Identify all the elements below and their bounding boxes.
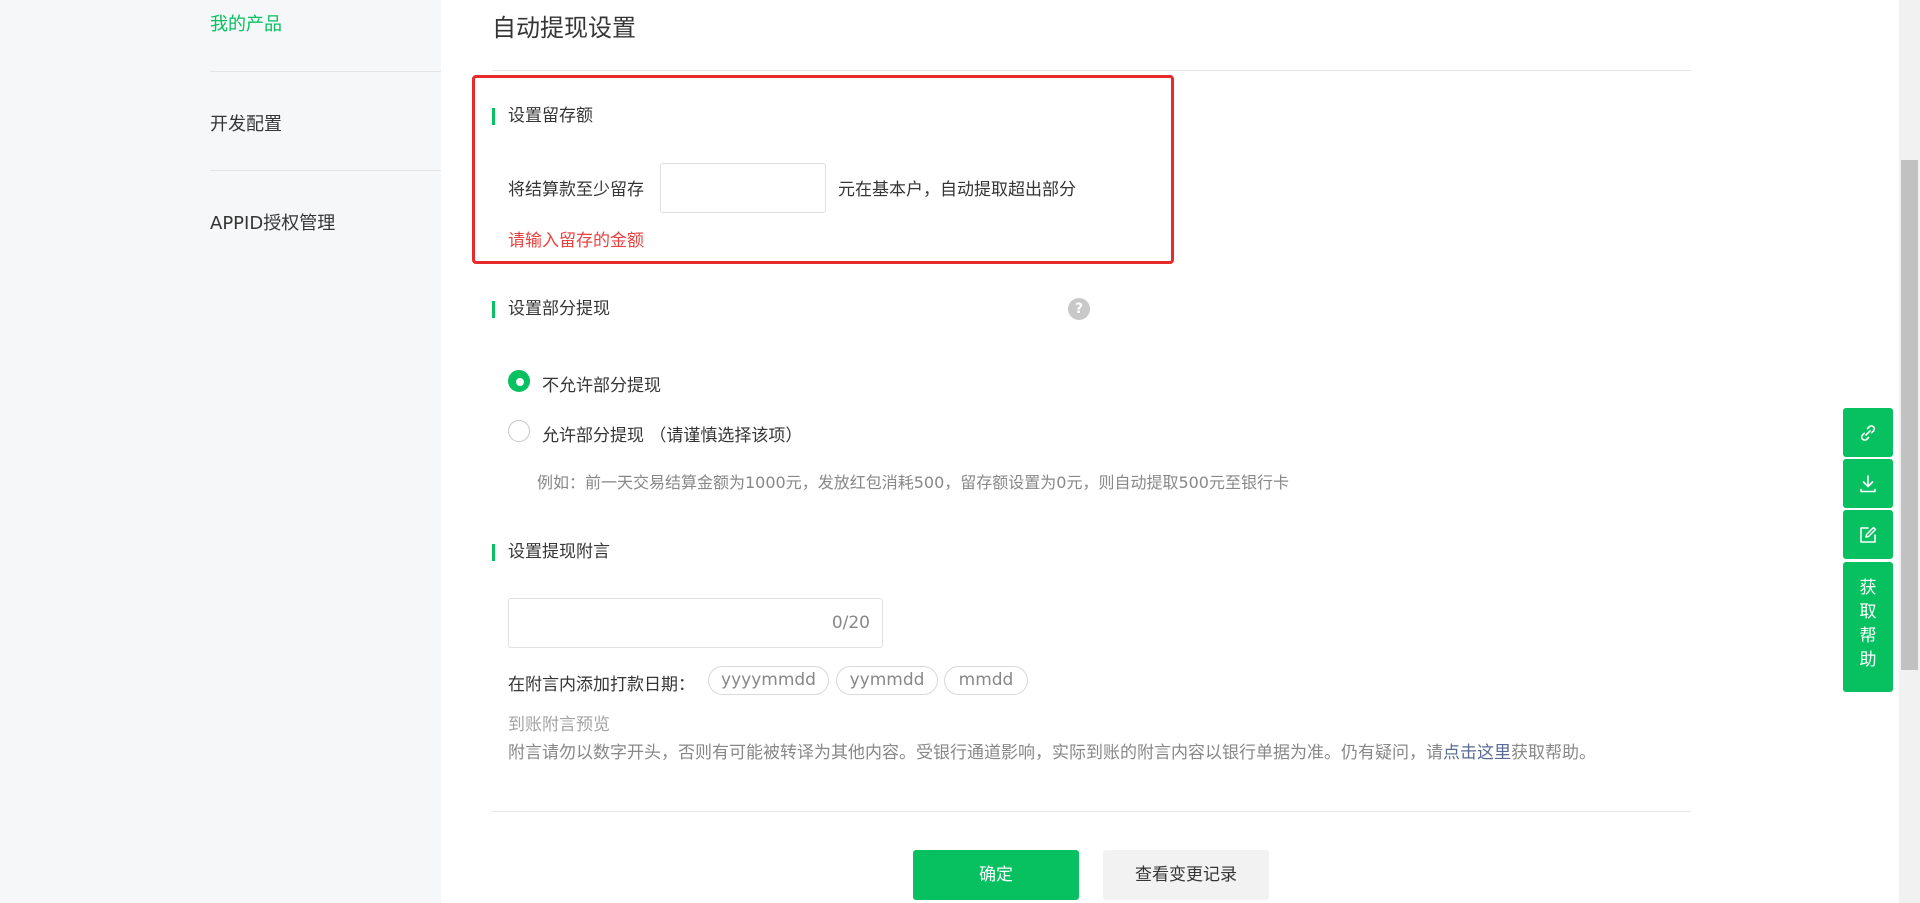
float-download-button[interactable] — [1843, 459, 1893, 508]
radio-label-allow[interactable]: 允许部分提现 （请谨慎选择该项） — [542, 421, 802, 446]
question-mark-icon[interactable]: ? — [1068, 298, 1090, 320]
section-title-reserve: 设置留存额 — [492, 106, 593, 126]
page-title: 自动提现设置 — [492, 14, 636, 42]
example-hint: 例如：前一天交易结算金额为1000元，发放红包消耗500，留存额设置为0元，则自… — [537, 473, 1289, 492]
section-title-remark: 设置提现附言 — [492, 542, 610, 562]
get-help-char: 帮 — [1859, 626, 1877, 646]
date-chip-yymmdd[interactable]: yymmdd — [836, 666, 938, 695]
remark-note-prefix: 附言请勿以数字开头，否则有可能被转译为其他内容。受银行通道影响，实际到账的附言内… — [508, 743, 1443, 763]
sidebar-item-label: 开发配置 — [210, 114, 282, 135]
scrollbar-thumb[interactable] — [1901, 160, 1918, 670]
sidebar-item-appid-auth[interactable]: APPID授权管理 — [210, 171, 441, 270]
edit-icon — [1860, 526, 1877, 543]
left-nav: 我的产品 开发配置 APPID授权管理 — [0, 0, 441, 903]
sidebar-item-dev-config[interactable]: 开发配置 — [210, 72, 441, 171]
radio-label-disallow[interactable]: 不允许部分提现 — [542, 371, 661, 396]
reserve-suffix-text: 元在基本户，自动提取超出部分 — [838, 180, 1076, 200]
reserve-amount-input[interactable] — [660, 163, 826, 213]
get-help-char: 获 — [1859, 578, 1877, 598]
remark-note-suffix: 获取帮助。 — [1511, 743, 1596, 763]
reserve-prefix-text: 将结算款至少留存 — [508, 180, 644, 200]
divider — [492, 70, 1691, 71]
get-help-char: 助 — [1859, 650, 1877, 670]
float-edit-button[interactable] — [1843, 510, 1893, 559]
remark-note: 附言请勿以数字开头，否则有可能被转译为其他内容。受银行通道影响，实际到账的附言内… — [508, 738, 1596, 763]
float-link-button[interactable] — [1843, 408, 1893, 457]
reserve-error-message: 请输入留存的金额 — [508, 231, 644, 251]
sidebar-item-label: 我的产品 — [210, 14, 282, 35]
remark-preview-label: 到账附言预览 — [508, 715, 610, 735]
remark-field[interactable]: 0/20 — [508, 598, 883, 648]
sidebar-item-label: APPID授权管理 — [210, 213, 336, 234]
page: 我的产品 开发配置 APPID授权管理 自动提现设置 设置留存额 将结算款至少留… — [0, 0, 1920, 903]
remark-char-counter: 0/20 — [831, 613, 870, 633]
view-history-button[interactable]: 查看变更记录 — [1103, 850, 1269, 900]
get-help-button[interactable]: 获 取 帮 助 — [1843, 562, 1893, 692]
section-title-partial: 设置部分提现 — [492, 299, 610, 319]
date-chip-mmdd[interactable]: mmdd — [944, 666, 1028, 695]
get-help-char: 取 — [1859, 602, 1877, 622]
download-icon — [1860, 475, 1876, 493]
help-link[interactable]: 点击这里 — [1443, 743, 1511, 763]
get-help-label: 获 取 帮 助 — [1843, 576, 1893, 672]
divider — [492, 811, 1691, 812]
sidebar-item-my-products[interactable]: 我的产品 — [210, 0, 441, 72]
radio-disallow-partial[interactable] — [508, 370, 530, 392]
link-icon — [1860, 425, 1876, 441]
date-chip-yyyymmdd[interactable]: yyyymmdd — [708, 666, 829, 695]
remark-input[interactable] — [509, 599, 809, 647]
date-format-label: 在附言内添加打款日期： — [508, 675, 695, 695]
radio-allow-partial[interactable] — [508, 420, 530, 442]
confirm-button[interactable]: 确定 — [913, 850, 1079, 900]
main-content: 自动提现设置 设置留存额 将结算款至少留存 元在基本户，自动提取超出部分 请输入… — [441, 0, 1899, 903]
